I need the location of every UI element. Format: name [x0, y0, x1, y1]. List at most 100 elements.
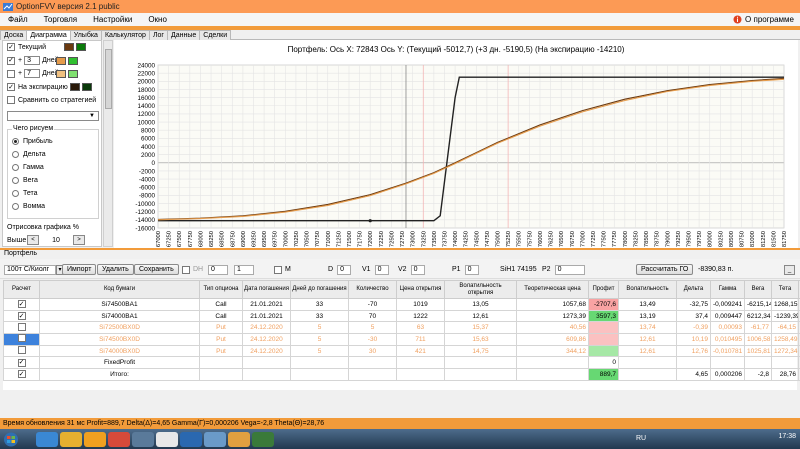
calc-checkbox[interactable]: [17, 322, 26, 331]
column-header[interactable]: Тета: [771, 280, 799, 299]
days2-checkbox[interactable]: [7, 69, 15, 78]
calc-checkbox-cell[interactable]: [3, 344, 40, 358]
cell-vol-open[interactable]: [444, 356, 517, 370]
column-header[interactable]: Вега: [744, 280, 772, 299]
menu-trade[interactable]: Торговля: [36, 15, 85, 24]
cell-vol-open[interactable]: 14,75: [444, 344, 517, 358]
column-header[interactable]: Расчет: [3, 280, 40, 299]
calc-checkbox-cell[interactable]: ✓: [3, 356, 40, 370]
days1-spinner[interactable]: 3: [24, 56, 41, 65]
compare-checkbox[interactable]: [7, 96, 15, 104]
dh-spin-1[interactable]: 1: [234, 264, 254, 275]
column-header[interactable]: Код бумаги: [39, 280, 200, 299]
calc-checkbox-cell[interactable]: ✓: [3, 309, 40, 323]
table-row[interactable]: ✓ Si74000BA1 Call 21.01.2021 33 70 1222 12,61 12…: [3, 309, 800, 323]
current-color-swatch-2[interactable]: [76, 43, 86, 51]
scrollbar-thumb[interactable]: [105, 49, 112, 109]
table-row[interactable]: Si72500BX0D Put 24.12.2020 5 5 63 15,37 40,56 13…: [3, 321, 800, 335]
table-row[interactable]: ✓FixedProfit0X: [3, 356, 800, 370]
cell-qty[interactable]: [348, 368, 397, 381]
dh-spin-0[interactable]: 0: [208, 264, 228, 275]
cell-qty[interactable]: 30: [348, 344, 397, 358]
menu-settings[interactable]: Настройки: [85, 15, 140, 24]
calc-checkbox[interactable]: ✓: [17, 370, 26, 379]
menu-about[interactable]: О программе: [733, 15, 800, 24]
strategy-dropdown[interactable]: ▼: [7, 111, 99, 121]
current-color-swatch[interactable]: [64, 43, 74, 51]
taskbar-app-icon[interactable]: [132, 432, 154, 447]
system-clock[interactable]: 17:38: [778, 433, 796, 440]
d-field[interactable]: 0: [337, 264, 352, 275]
days1-checkbox[interactable]: ✓: [7, 56, 15, 65]
option-profit[interactable]: Прибыль: [12, 138, 53, 145]
column-header[interactable]: Дней до погашения: [290, 280, 349, 299]
start-icon[interactable]: [3, 432, 19, 447]
save-button[interactable]: Сохранить: [134, 264, 179, 275]
tab-log[interactable]: Лог: [148, 30, 168, 40]
calc-checkbox[interactable]: ✓: [17, 358, 26, 367]
calc-checkbox-cell[interactable]: ✓: [3, 368, 40, 381]
cell-vol-open[interactable]: 13,05: [444, 298, 517, 311]
tab-data[interactable]: Данные: [166, 30, 201, 40]
tab-smile[interactable]: Улыбка: [69, 30, 102, 40]
column-header[interactable]: Дельта: [676, 280, 711, 299]
cell-price[interactable]: [396, 368, 445, 381]
column-header[interactable]: Количество: [348, 280, 397, 299]
cell-price[interactable]: 711: [396, 333, 445, 346]
column-header[interactable]: Волатильность: [618, 280, 677, 299]
cell-price[interactable]: 1222: [396, 309, 445, 323]
option-theta[interactable]: Тета: [12, 190, 38, 197]
days1-color-swatch[interactable]: [56, 56, 67, 65]
import-button[interactable]: Импорт: [62, 264, 97, 275]
current-checkbox[interactable]: ✓: [7, 43, 15, 51]
column-header[interactable]: Цена открытия: [396, 280, 445, 299]
cell-qty[interactable]: -30: [348, 333, 397, 346]
option-delta[interactable]: Дельта: [12, 151, 46, 158]
settings-scrollbar[interactable]: [103, 40, 113, 247]
cell-price[interactable]: 63: [396, 321, 445, 335]
column-header[interactable]: Профит: [588, 280, 619, 299]
decrease-button[interactable]: <: [27, 235, 39, 245]
dh-checkbox[interactable]: [182, 265, 190, 274]
days2-spinner[interactable]: 7: [24, 69, 41, 78]
menu-window[interactable]: Окно: [140, 15, 175, 24]
tab-board[interactable]: Доска: [0, 30, 28, 40]
tab-calculator[interactable]: Калькулятор: [100, 30, 150, 40]
taskbar-media-icon[interactable]: [84, 432, 106, 447]
table-row[interactable]: ✓ Si74500BA1 Call 21.01.2021 33 -70 1019 13,05 1…: [3, 298, 800, 311]
language-indicator[interactable]: RU: [636, 435, 646, 442]
column-header[interactable]: Волатильность открытия: [444, 280, 517, 299]
days1-color-swatch-2[interactable]: [68, 56, 79, 65]
cell-price[interactable]: 1019: [396, 298, 445, 311]
minimize-button[interactable]: _: [784, 264, 795, 275]
v2-field[interactable]: 0: [410, 264, 425, 275]
column-header[interactable]: Гамма: [710, 280, 745, 299]
account-select[interactable]: 100т C/Киолг ▾: [4, 264, 64, 275]
increase-button[interactable]: >: [73, 235, 85, 245]
table-row[interactable]: Si74000BX0D Put 24.12.2020 5 30 421 14,75 344,1…: [3, 344, 800, 358]
cell-qty[interactable]: [348, 356, 397, 370]
taskbar-optionfvv-icon[interactable]: [228, 432, 250, 447]
calc-checkbox[interactable]: ✓: [17, 300, 26, 309]
column-header[interactable]: Дата погашения: [242, 280, 291, 299]
calc-checkbox[interactable]: ✓: [17, 312, 26, 321]
cell-qty[interactable]: 70: [348, 309, 397, 323]
calc-checkbox-cell[interactable]: ✓: [3, 298, 40, 311]
days2-color-swatch-2[interactable]: [68, 69, 79, 78]
cell-vol-open[interactable]: 15,37: [444, 321, 517, 335]
taskbar-chrome-icon[interactable]: [108, 432, 130, 447]
menu-file[interactable]: Файл: [0, 15, 36, 24]
cell-qty[interactable]: -70: [348, 298, 397, 311]
v1-field[interactable]: 0: [374, 264, 389, 275]
calculate-go-button[interactable]: Рассчитать ГО: [636, 264, 694, 275]
column-header[interactable]: Теоретическая цена: [516, 280, 589, 299]
option-gamma[interactable]: Гамма: [12, 164, 44, 171]
p1-field[interactable]: 0: [464, 264, 479, 275]
tab-deals[interactable]: Сделки: [199, 30, 232, 40]
calc-checkbox-cell[interactable]: [3, 333, 40, 346]
expiry-color-swatch-2[interactable]: [82, 83, 92, 91]
cell-qty[interactable]: 5: [348, 321, 397, 335]
p2-field[interactable]: 0: [554, 264, 585, 275]
taskbar-app-icon-3[interactable]: [204, 432, 226, 447]
delete-button[interactable]: Удалить: [97, 264, 134, 275]
